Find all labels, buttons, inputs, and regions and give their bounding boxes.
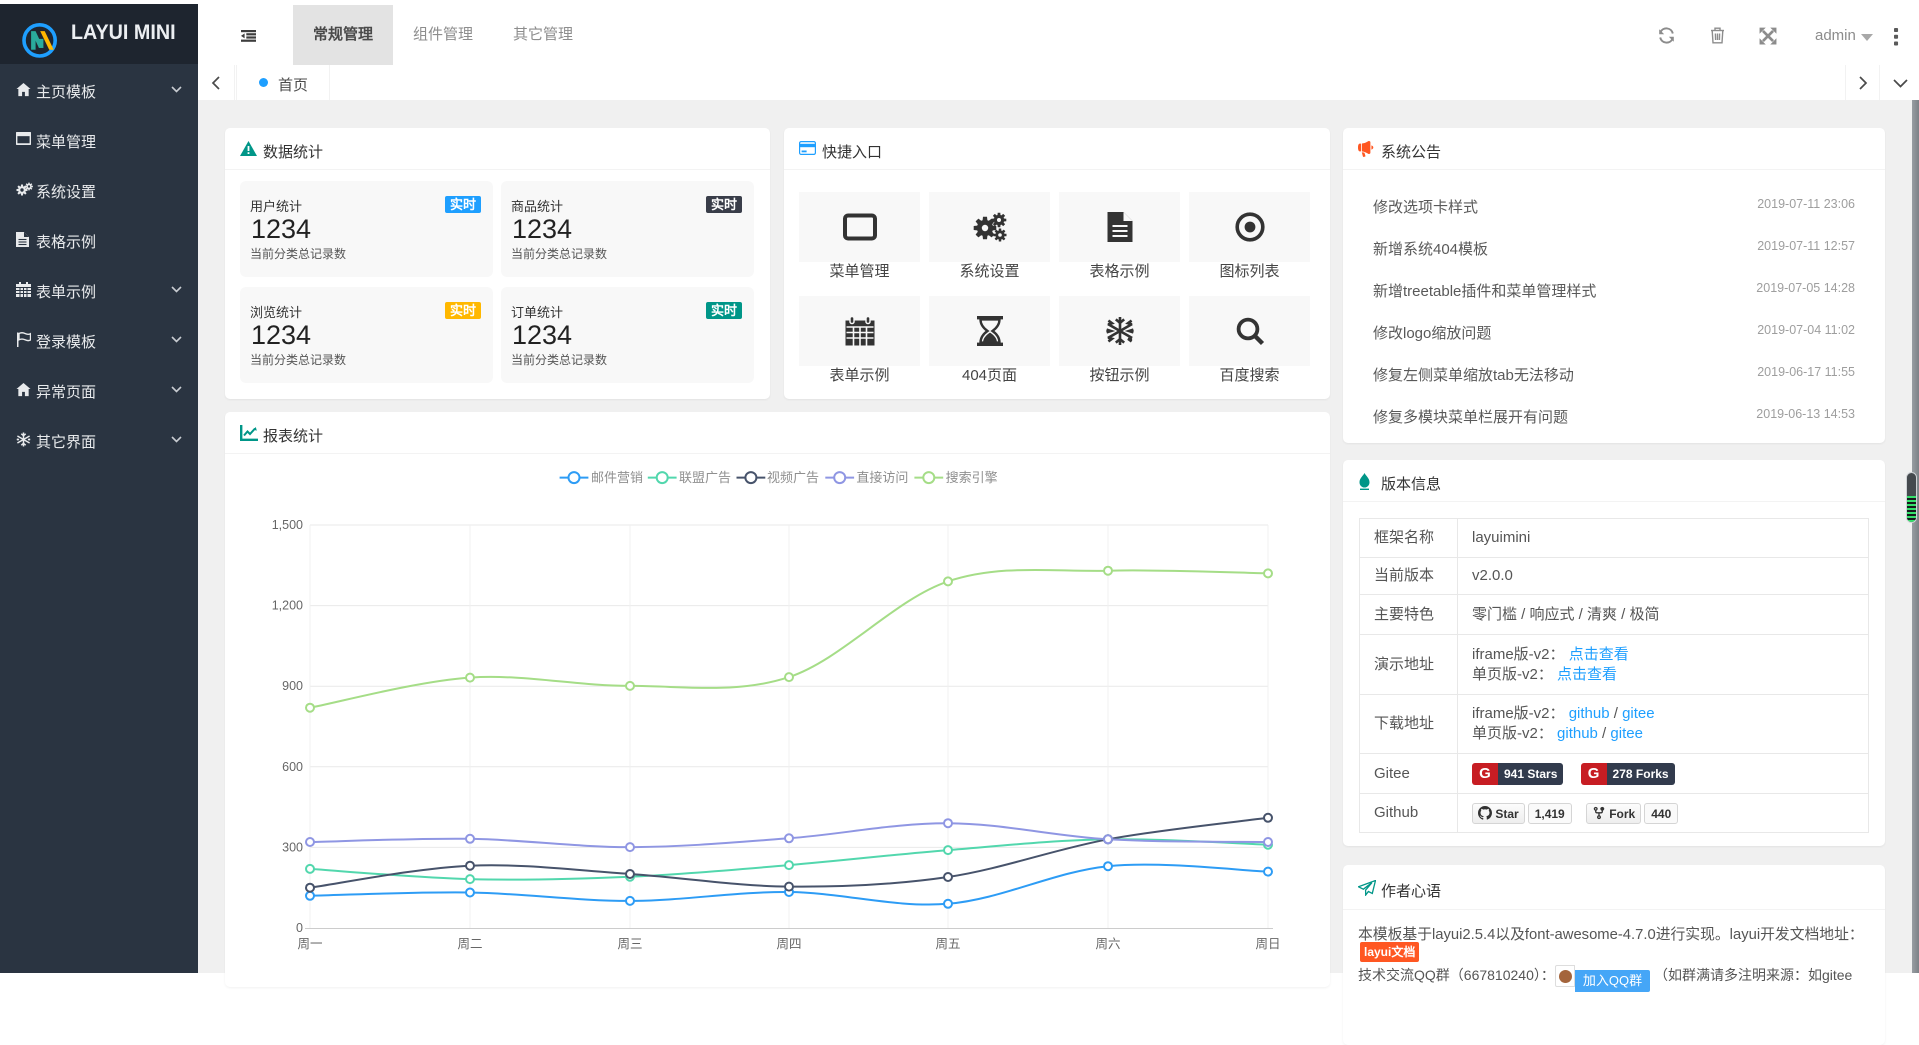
svg-text:周五: 周五 xyxy=(935,937,960,951)
svg-text:600: 600 xyxy=(282,760,303,774)
svg-text:周日: 周日 xyxy=(1255,937,1280,951)
svg-text:周一: 周一 xyxy=(297,937,322,951)
svg-text:300: 300 xyxy=(282,840,303,854)
svg-text:0: 0 xyxy=(296,921,303,935)
svg-text:搜索引擎: 搜索引擎 xyxy=(946,470,998,485)
svg-text:周二: 周二 xyxy=(457,937,482,951)
svg-text:周三: 周三 xyxy=(617,937,642,951)
svg-text:周六: 周六 xyxy=(1095,937,1120,951)
svg-text:联盟广告: 联盟广告 xyxy=(679,470,731,485)
svg-text:周四: 周四 xyxy=(776,937,801,951)
svg-text:1,500: 1,500 xyxy=(272,518,303,532)
svg-text:直接访问: 直接访问 xyxy=(856,470,908,485)
svg-text:900: 900 xyxy=(282,679,303,693)
svg-text:视频广告: 视频广告 xyxy=(767,470,819,485)
svg-text:1,200: 1,200 xyxy=(272,599,303,613)
svg-text:邮件营销: 邮件营销 xyxy=(591,470,643,485)
